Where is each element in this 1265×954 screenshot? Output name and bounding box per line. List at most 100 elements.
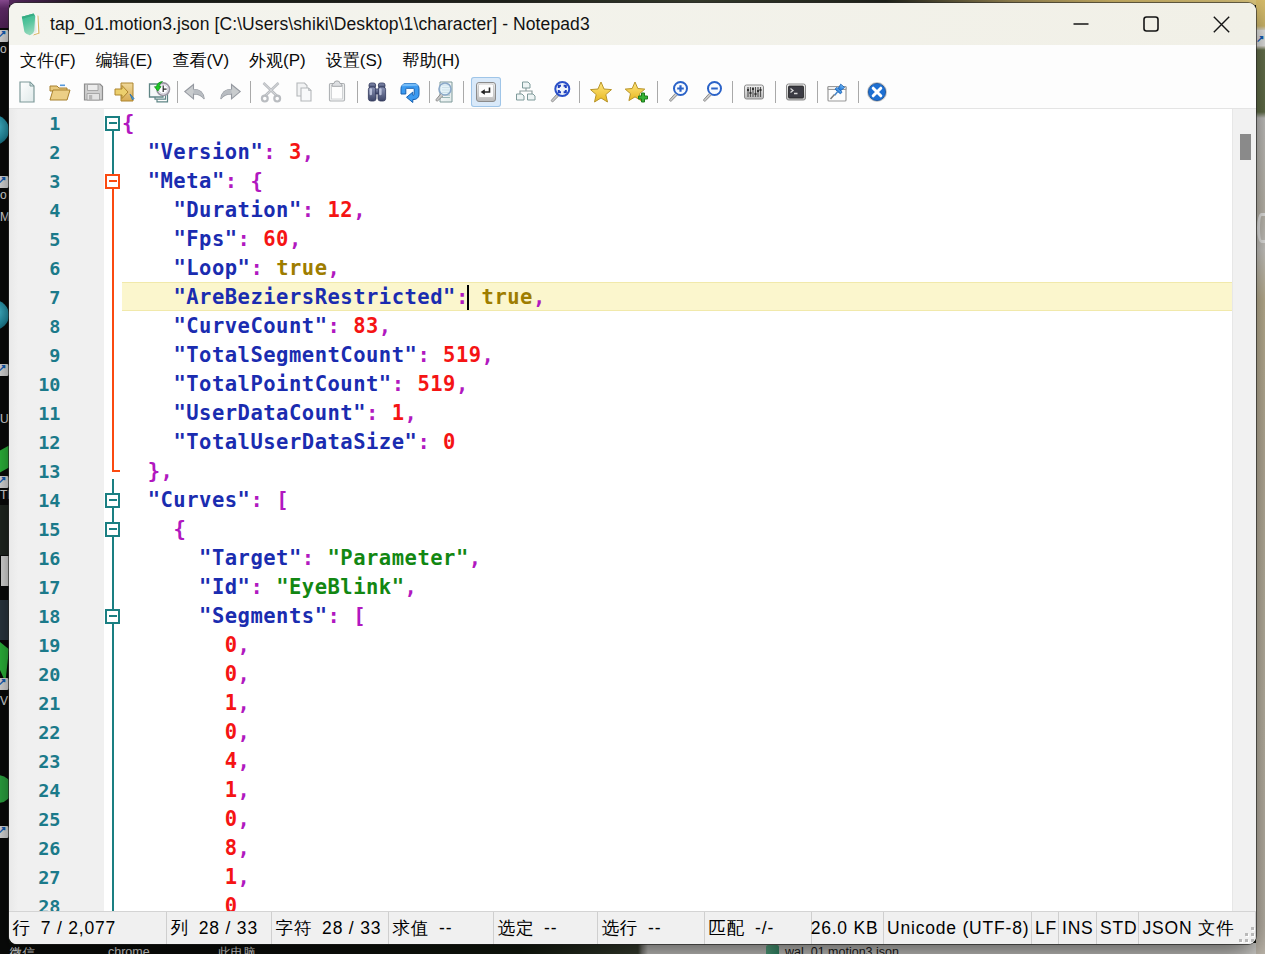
status-label: 求值 bbox=[393, 916, 430, 940]
code-token bbox=[122, 488, 148, 512]
undo-icon bbox=[183, 80, 207, 104]
code-token: 3 bbox=[289, 140, 302, 164]
zoom-in-button[interactable] bbox=[663, 77, 693, 107]
status-segment-2[interactable]: 字符28 / 33 bbox=[272, 912, 389, 944]
code-token: "EyeBlink" bbox=[276, 575, 404, 599]
code-token: : bbox=[250, 256, 263, 280]
menu-item-1[interactable]: 编辑(E) bbox=[86, 46, 163, 75]
status-segment-6[interactable]: 匹配-/- bbox=[705, 912, 812, 944]
new-file-button[interactable] bbox=[12, 77, 42, 107]
line-number-margin: 1234567891011121314151617181920212223242… bbox=[9, 109, 104, 911]
fold-line[interactable] bbox=[112, 624, 114, 911]
desktop-icon-fragment bbox=[0, 505, 9, 555]
code-line-17: "Id": "EyeBlink", bbox=[122, 573, 1232, 602]
minimize-button[interactable] bbox=[1046, 3, 1116, 45]
terminal-button[interactable] bbox=[781, 77, 811, 107]
menu-item-4[interactable]: 设置(S) bbox=[316, 46, 393, 75]
code-view[interactable]: { "Version": 3, "Meta": { "Duration": 12… bbox=[122, 109, 1232, 911]
code-token: , bbox=[238, 691, 251, 715]
preview-document-icon bbox=[433, 80, 457, 104]
zoom-out-button[interactable] bbox=[697, 77, 727, 107]
fold-toggle-line-14[interactable] bbox=[105, 493, 120, 508]
close-button[interactable] bbox=[1186, 3, 1256, 45]
status-segment-11[interactable]: STD bbox=[1097, 912, 1140, 944]
fold-toggle-line-15[interactable] bbox=[105, 522, 120, 537]
fold-end-corner[interactable] bbox=[112, 470, 120, 472]
word-wrap-button[interactable] bbox=[471, 77, 501, 107]
fold-line[interactable] bbox=[112, 479, 114, 493]
find-button[interactable] bbox=[362, 77, 392, 107]
code-token: 1 bbox=[225, 691, 238, 715]
cut-button[interactable] bbox=[256, 77, 286, 107]
copy-button[interactable] bbox=[289, 77, 319, 107]
code-token bbox=[315, 198, 328, 222]
scheme-mixer-button[interactable] bbox=[739, 77, 769, 107]
open-folder-button[interactable] bbox=[45, 77, 75, 107]
desktop-icon-fragment bbox=[1257, 213, 1265, 243]
menu-item-2[interactable]: 查看(V) bbox=[162, 46, 239, 75]
code-line-8: "CurveCount": 83, bbox=[122, 312, 1232, 341]
pin-window-button[interactable] bbox=[822, 77, 852, 107]
editor-area[interactable]: 1234567891011121314151617181920212223242… bbox=[9, 109, 1256, 911]
menu-item-0[interactable]: 文件(F) bbox=[10, 46, 86, 75]
code-token: , bbox=[238, 865, 251, 889]
status-segment-10[interactable]: INS bbox=[1059, 912, 1097, 944]
status-segment-4[interactable]: 选定-- bbox=[494, 912, 598, 944]
status-segment-8[interactable]: Unicode (UTF-8) bbox=[884, 912, 1032, 944]
resize-grip[interactable] bbox=[1239, 927, 1255, 943]
desktop-taskbar-strip: 微信 chrome 此电脑 wal_01.motion3.json bbox=[0, 943, 1265, 954]
save-as-button[interactable] bbox=[110, 77, 140, 107]
scrollbar-thumb[interactable] bbox=[1240, 134, 1251, 160]
status-label: 列 bbox=[171, 916, 189, 940]
code-token: , bbox=[533, 285, 546, 309]
line-number: 14 bbox=[9, 486, 61, 515]
code-token: "CurveCount" bbox=[173, 314, 327, 338]
focus-view-button[interactable] bbox=[545, 77, 575, 107]
code-token: 60 bbox=[263, 227, 289, 251]
fold-line[interactable] bbox=[112, 537, 114, 609]
paste-button[interactable] bbox=[322, 77, 352, 107]
maximize-button[interactable] bbox=[1116, 3, 1186, 45]
replace-button[interactable] bbox=[395, 77, 425, 107]
status-segment-3[interactable]: 求值-- bbox=[389, 912, 494, 944]
save-copy-button[interactable] bbox=[144, 77, 174, 107]
undo-button[interactable] bbox=[180, 77, 210, 107]
fold-margin[interactable] bbox=[104, 109, 123, 911]
code-token: 0 bbox=[225, 633, 238, 657]
desktop-label-fragment: V bbox=[0, 694, 8, 708]
fold-line[interactable] bbox=[112, 508, 114, 522]
shortcut-arrow-icon bbox=[0, 30, 9, 42]
fold-line[interactable] bbox=[112, 131, 114, 174]
code-token: "Meta" bbox=[148, 169, 225, 193]
line-number: 27 bbox=[9, 863, 61, 892]
line-number: 7 bbox=[9, 283, 61, 312]
status-segment-7[interactable]: 26.0 KB bbox=[812, 912, 884, 944]
favorites-button[interactable] bbox=[586, 77, 616, 107]
redo-button[interactable] bbox=[215, 77, 245, 107]
fold-toggle-line-1[interactable] bbox=[105, 116, 120, 131]
menu-item-5[interactable]: 帮助(H) bbox=[392, 46, 470, 75]
preview-document-button[interactable] bbox=[430, 77, 460, 107]
fold-toggle-line-3[interactable] bbox=[105, 174, 120, 189]
status-segment-1[interactable]: 列28 / 33 bbox=[167, 912, 272, 944]
fold-tree-button[interactable] bbox=[511, 77, 541, 107]
fold-toggle-line-18[interactable] bbox=[105, 609, 120, 624]
code-token: 4 bbox=[225, 749, 238, 773]
fold-line[interactable] bbox=[112, 189, 114, 472]
title-bar[interactable]: tap_01.motion3.json [C:\Users\shiki\Desk… bbox=[9, 3, 1256, 45]
code-token bbox=[276, 140, 289, 164]
status-segment-5[interactable]: 选行-- bbox=[598, 912, 705, 944]
code-token: , bbox=[379, 314, 392, 338]
code-token: , bbox=[328, 256, 341, 280]
exit-button[interactable] bbox=[862, 77, 892, 107]
add-favorite-button[interactable] bbox=[621, 77, 651, 107]
status-segment-0[interactable]: 行7 / 2,077 bbox=[9, 912, 167, 944]
code-line-24: 1, bbox=[122, 776, 1232, 805]
desktop-icon-fragment bbox=[0, 600, 9, 640]
favorites-icon bbox=[589, 80, 613, 104]
status-segment-9[interactable]: LF bbox=[1032, 912, 1059, 944]
menu-item-3[interactable]: 外观(P) bbox=[239, 46, 316, 75]
vertical-scrollbar[interactable] bbox=[1232, 109, 1257, 911]
save-button[interactable] bbox=[78, 77, 108, 107]
code-line-12: "TotalUserDataSize": 0 bbox=[122, 428, 1232, 457]
